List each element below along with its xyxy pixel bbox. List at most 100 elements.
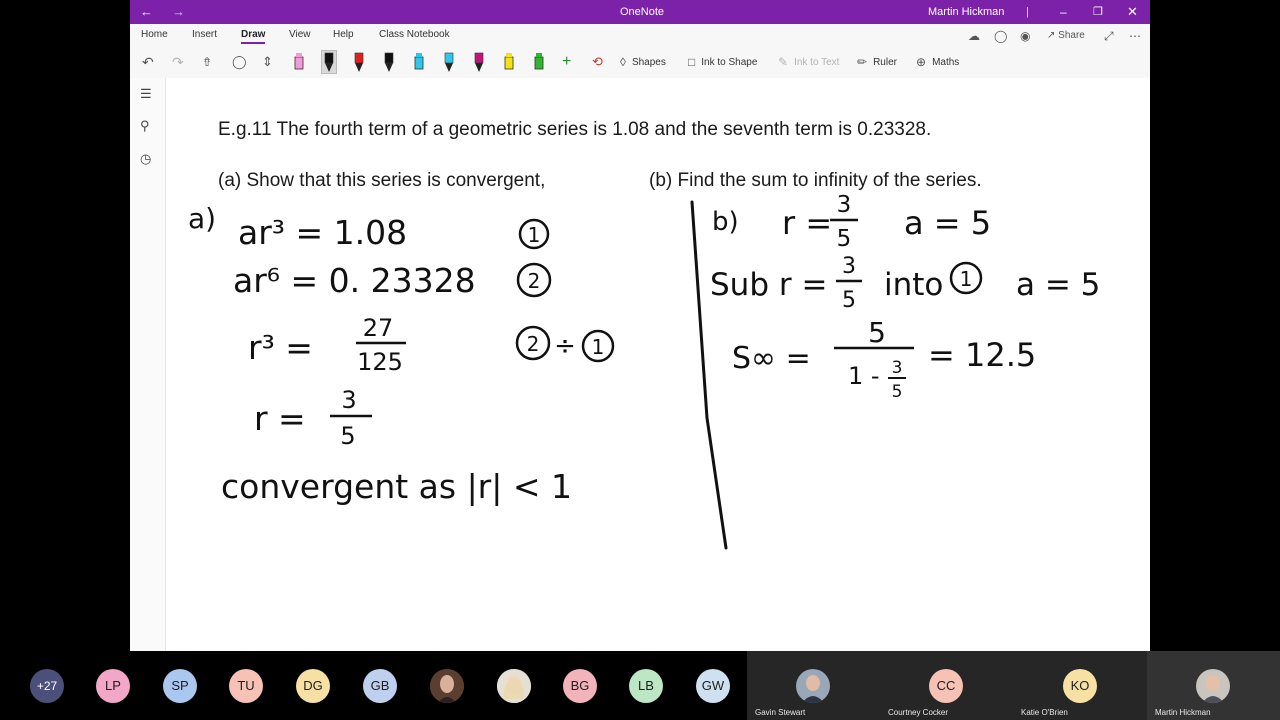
participant-name: Gavin Stewart	[755, 708, 806, 717]
ink-s-den-denominator: 5	[892, 382, 903, 402]
pen-tool-9[interactable]	[532, 51, 546, 73]
share-label: Share	[1058, 30, 1085, 41]
video-tile-katie[interactable]: KO Katie O'Brien	[1013, 651, 1147, 720]
pen-tool-4[interactable]	[382, 51, 396, 73]
ink-label-a: a)	[188, 202, 216, 235]
ink-replay-icon[interactable]: ⟲	[592, 52, 603, 72]
undo-icon[interactable]: ↶	[142, 52, 154, 72]
ink-a-value: a = 5	[904, 204, 991, 242]
ink-to-text-button[interactable]: ✎ Ink to Text	[778, 52, 839, 72]
add-space-icon[interactable]: ⇕	[262, 52, 273, 72]
back-arrow-icon[interactable]: ←	[140, 0, 153, 24]
ink-r-numerator: 3	[837, 192, 852, 218]
video-tile-martin[interactable]: Martin Hickman	[1147, 651, 1280, 720]
person-photo-icon	[497, 669, 531, 703]
shapes-button[interactable]: ◊ Shapes	[620, 52, 666, 72]
ink-s-numerator: 5	[868, 316, 886, 349]
ink-eq3-tag-b: 1	[592, 335, 605, 359]
tab-class-notebook[interactable]: Class Notebook	[379, 29, 450, 40]
ink-eq2-tag: 2	[528, 269, 541, 293]
forward-arrow-icon[interactable]: →	[172, 0, 185, 24]
video-tile-gavin[interactable]: Gavin Stewart	[747, 651, 880, 720]
ink-divider-line	[690, 200, 728, 550]
more-options-icon[interactable]: ⋯	[1129, 29, 1141, 43]
participant-photo-avatar	[1196, 669, 1230, 703]
participant-photo-avatar[interactable]	[497, 669, 531, 703]
pen-tool-1[interactable]	[292, 51, 306, 73]
add-pen-icon[interactable]: +	[562, 52, 571, 72]
tab-home[interactable]: Home	[141, 29, 168, 40]
app-title: OneNote	[620, 6, 665, 18]
close-icon[interactable]: ✕	[1127, 0, 1138, 24]
pen-tool-3[interactable]	[352, 51, 366, 73]
tab-insert[interactable]: Insert	[192, 29, 217, 40]
ink-eq1: ar³ = 1.08	[238, 213, 407, 252]
pen-icon	[324, 52, 334, 72]
pen-tool-5[interactable]	[412, 51, 426, 73]
participant-avatar[interactable]: BG	[563, 669, 597, 703]
bell-icon[interactable]: ◉	[1020, 29, 1030, 43]
pen-icon	[474, 52, 484, 72]
pen-icon	[414, 53, 424, 70]
tab-view[interactable]: View	[289, 29, 311, 40]
lasso-select-icon[interactable]: ◯	[232, 52, 247, 72]
maths-button[interactable]: ⊕ Maths	[916, 52, 959, 72]
search-icon[interactable]: ⚲	[140, 118, 150, 134]
recent-clock-icon[interactable]: ◷	[140, 151, 151, 167]
participant-photo-avatar	[796, 669, 830, 703]
share-button[interactable]: ↗ Share	[1047, 30, 1085, 41]
pen-tool-8[interactable]	[502, 51, 516, 73]
person-photo-icon	[1196, 669, 1230, 703]
ink-eq4-denominator: 5	[340, 422, 355, 450]
ink-sub-text: Sub r =	[710, 267, 827, 303]
ink-eq3-lhs: r³ =	[248, 328, 313, 367]
pen-tool-2[interactable]	[321, 50, 337, 74]
ink-to-shape-label: Ink to Shape	[701, 56, 758, 68]
note-page[interactable]: E.g.11 The fourth term of a geometric se…	[166, 78, 1150, 651]
pen-icon	[384, 52, 394, 72]
ink-r-denominator: 5	[837, 226, 852, 252]
more-participants-button[interactable]: +27	[30, 669, 64, 703]
lightbulb-icon[interactable]: ◯	[994, 29, 1007, 43]
notebooks-icon[interactable]: ☰	[140, 86, 152, 102]
ink-sub-result: a = 5	[1016, 267, 1100, 303]
pen-icon	[294, 53, 304, 70]
pen-tool-6[interactable]	[442, 51, 456, 73]
participant-photo-avatar[interactable]	[430, 669, 464, 703]
handwriting-ink: a) ar³ = 1.08 1 ar⁶ = 0. 23328 2 r³ = 27…	[188, 192, 1100, 550]
tab-draw[interactable]: Draw	[241, 29, 266, 44]
shapes-label: Shapes	[631, 56, 666, 68]
ink-to-shape-button[interactable]: □ Ink to Shape	[688, 52, 757, 72]
pen-icon	[354, 52, 364, 72]
tab-help[interactable]: Help	[333, 29, 354, 40]
redo-icon[interactable]: ↷	[172, 52, 184, 72]
participant-name: Courtney Cocker	[888, 708, 949, 717]
pen-tool-7[interactable]	[472, 51, 486, 73]
ink-eq3-numerator: 27	[363, 314, 394, 342]
ink-s-den-numerator: 3	[892, 358, 903, 378]
restore-icon[interactable]: ❐	[1093, 0, 1103, 24]
ruler-button[interactable]: ✏ Ruler	[857, 52, 897, 72]
participant-avatar[interactable]: TU	[229, 669, 263, 703]
participant-avatar[interactable]: SP	[163, 669, 197, 703]
participant-avatar[interactable]: LP	[96, 669, 130, 703]
participants-bar: +27 LP SP TU DG GB BG LB GW Gavin Stewart CC Co…	[0, 651, 1280, 720]
participant-avatar[interactable]: GW	[696, 669, 730, 703]
expand-icon[interactable]: ⤢	[1104, 29, 1114, 44]
minimize-icon[interactable]: –	[1060, 0, 1067, 24]
video-tile-courtney[interactable]: CC Courtney Cocker	[880, 651, 1013, 720]
ink-eq3-divide: ÷	[554, 331, 576, 361]
user-name[interactable]: Martin Hickman	[928, 0, 1004, 24]
ruler-label: Ruler	[873, 56, 897, 68]
participant-avatar[interactable]: GB	[363, 669, 397, 703]
participant-avatar[interactable]: DG	[296, 669, 330, 703]
ribbon: Home Insert Draw View Help Class Noteboo…	[130, 24, 1150, 79]
ink-sub-into: into	[884, 267, 943, 303]
shapes-icon: ◊	[620, 55, 626, 69]
text-select-icon[interactable]: ⇮	[202, 52, 212, 72]
sync-icon[interactable]: ☁	[968, 29, 980, 43]
divider: |	[1026, 6, 1029, 18]
participant-avatar[interactable]: LB	[629, 669, 663, 703]
ink-eq3-tag-a: 2	[527, 332, 540, 356]
person-photo-icon	[430, 669, 464, 703]
